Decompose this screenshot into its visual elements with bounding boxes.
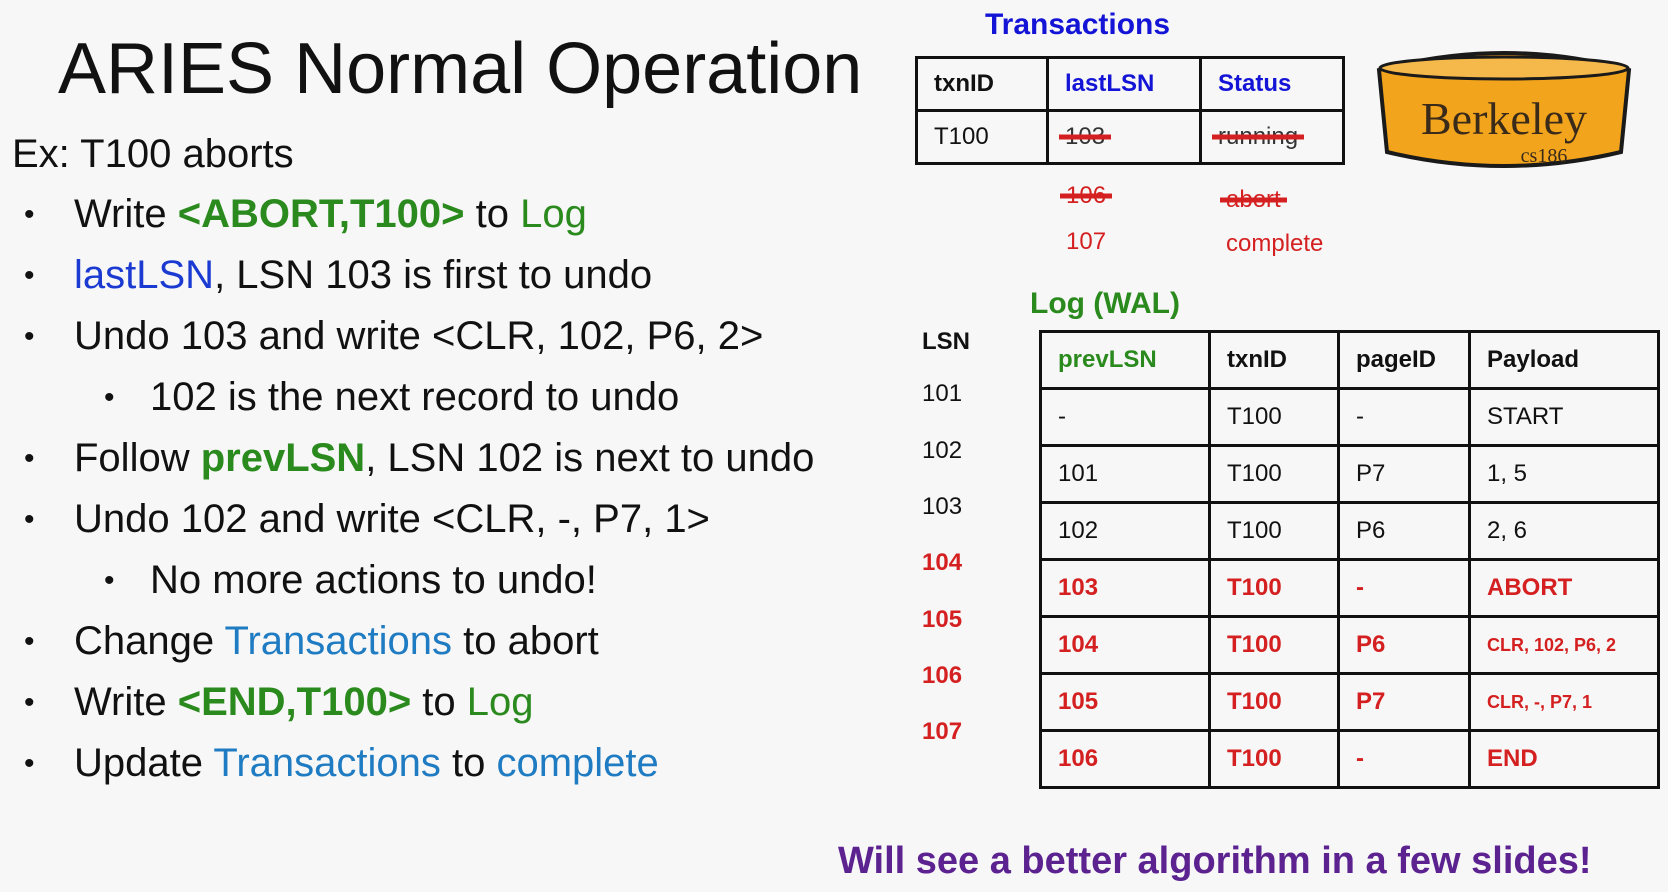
table-header: txnID xyxy=(915,56,1049,112)
table-cell: running xyxy=(1199,109,1345,165)
table-cell: CLR, 102, P6, 2 xyxy=(1468,615,1660,675)
table-cell: T100 xyxy=(1208,615,1340,675)
table-row: T100 103 running xyxy=(915,109,1345,165)
prevlsn-ref: prevLSN xyxy=(200,436,366,480)
table-cell: T100 xyxy=(1208,444,1340,504)
struck-value: running xyxy=(1218,123,1299,150)
table-cell: 103 xyxy=(1046,109,1202,165)
table-header: lastLSN xyxy=(1046,56,1202,112)
lsn-label: 107 xyxy=(922,718,963,745)
table-header-row: prevLSN txnID pageID Payload xyxy=(1039,330,1660,390)
table-cell: T100 xyxy=(1208,501,1340,561)
lastlsn-ref: lastLSN xyxy=(74,253,215,297)
table-row: 106 T100 - END xyxy=(1039,729,1660,789)
table-cell: 103 xyxy=(1039,558,1211,618)
abort-record: <ABORT,T100> xyxy=(177,192,465,236)
footer-note: Will see a better algorithm in a few sli… xyxy=(838,840,1592,882)
slide-title: ARIES Normal Operation xyxy=(58,29,863,109)
table-cell: P7 xyxy=(1337,672,1471,732)
lsn-label: 106 xyxy=(922,662,963,689)
table-cell: P6 xyxy=(1337,501,1471,561)
table-cell: T100 xyxy=(1208,672,1340,732)
table-cell: P6 xyxy=(1337,615,1471,675)
status-update-1: abort xyxy=(1226,186,1281,213)
lsn-label: 101 xyxy=(922,380,963,407)
lsn-label: 105 xyxy=(922,606,963,633)
lsn-label: 103 xyxy=(922,493,963,520)
table-header: txnID xyxy=(1208,330,1340,390)
table-row: 103 T100 - ABORT xyxy=(1039,558,1660,618)
table-cell: P7 xyxy=(1337,444,1471,504)
logo-name: Berkeley xyxy=(1421,93,1587,144)
table-cell: - xyxy=(1039,387,1211,447)
table-row: 102 T100 P6 2, 6 xyxy=(1039,501,1660,561)
lastlsn-update-1: 106 xyxy=(1066,182,1107,209)
table-cell: 2, 6 xyxy=(1468,501,1660,561)
logo-course: cs186 xyxy=(1521,145,1568,167)
log-title: Log (WAL) xyxy=(1030,287,1180,320)
table-cell: 101 xyxy=(1039,444,1211,504)
table-cell: CLR, -, P7, 1 xyxy=(1468,672,1660,732)
log-ref: Log xyxy=(520,192,587,236)
transactions-table: txnID lastLSN Status T100 103 running xyxy=(915,56,1345,165)
table-header: pageID xyxy=(1337,330,1471,390)
table-cell: ABORT xyxy=(1468,558,1660,618)
table-header-row: txnID lastLSN Status xyxy=(915,56,1345,112)
table-header: Status xyxy=(1199,56,1345,112)
table-row: 101 T100 P7 1, 5 xyxy=(1039,444,1660,504)
table-cell: 105 xyxy=(1039,672,1211,732)
table-cell: START xyxy=(1468,387,1660,447)
log-ref: Log xyxy=(466,680,534,724)
slide-subtitle: Ex: T100 aborts xyxy=(12,132,294,176)
lsn-label: 102 xyxy=(922,437,963,464)
table-cell: END xyxy=(1468,729,1660,789)
transactions-ref: Transactions xyxy=(213,741,441,785)
table-header: prevLSN xyxy=(1039,330,1211,390)
end-record: <END,T100> xyxy=(177,680,412,724)
transactions-title: Transactions xyxy=(985,8,1171,41)
lastlsn-update-2: 107 xyxy=(1066,228,1107,255)
table-cell: T100 xyxy=(915,109,1049,165)
table-cell: 1, 5 xyxy=(1468,444,1660,504)
table-header: Payload xyxy=(1468,330,1660,390)
lsn-label: 104 xyxy=(922,549,963,576)
table-row: 105 T100 P7 CLR, -, P7, 1 xyxy=(1039,672,1660,732)
table-cell: - xyxy=(1337,729,1471,789)
table-row: 104 T100 P6 CLR, 102, P6, 2 xyxy=(1039,615,1660,675)
table-cell: T100 xyxy=(1208,729,1340,789)
table-row: - T100 - START xyxy=(1039,387,1660,447)
table-cell: - xyxy=(1337,558,1471,618)
table-cell: - xyxy=(1337,387,1471,447)
berkeley-logo: Berkeley cs186 xyxy=(1376,51,1632,168)
transactions-ref: Transactions xyxy=(224,619,453,663)
complete-ref: complete xyxy=(496,741,659,785)
table-cell: T100 xyxy=(1208,558,1340,618)
status-update-2: complete xyxy=(1226,230,1324,257)
log-table: prevLSN txnID pageID Payload - T100 - ST… xyxy=(1039,330,1660,789)
struck-value: 103 xyxy=(1065,123,1106,150)
table-cell: 104 xyxy=(1039,615,1211,675)
lsn-header: LSN xyxy=(922,328,970,355)
table-cell: 106 xyxy=(1039,729,1211,789)
table-cell: T100 xyxy=(1208,387,1340,447)
table-cell: 102 xyxy=(1039,501,1211,561)
